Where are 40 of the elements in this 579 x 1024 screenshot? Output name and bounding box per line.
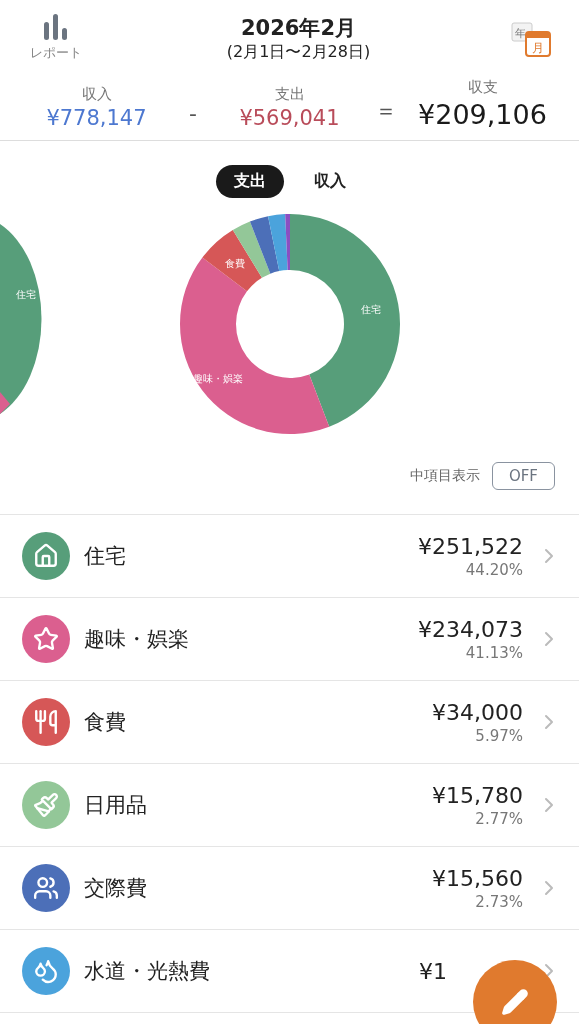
category-name: 交際費 [84,875,148,902]
category-name: 水道・光熱費 [84,958,211,985]
category-amount: ¥15,780 [432,782,523,808]
category-row[interactable]: 食費 ¥34,000 5.97% [0,681,579,764]
month-title: 2026年2月 [240,15,356,42]
category-amount: ¥34,000 [432,699,523,725]
category-row[interactable]: 交際費 ¥15,560 2.73% [0,847,579,930]
category-row[interactable]: 趣味・娯楽 ¥234,073 41.13% [0,598,579,681]
tab[interactable]: 支出 [215,165,284,198]
equals-sign: ＝ [374,97,398,125]
category-percent: 2.73% [475,892,523,911]
balance-label: 収支 [467,78,498,97]
slice-label: 住宅 [360,304,381,316]
category-percent: 2.77% [475,809,523,828]
subcategory-toggle[interactable]: OFF [491,462,555,490]
category-name: 食費 [84,709,127,736]
category-amount: ¥15,560 [432,865,523,891]
subcategory-label: 中項目表示 [409,467,480,485]
income-label: 収入 [81,85,112,104]
category-name: 趣味・娯楽 [84,626,190,653]
minus-sign: - [188,101,198,128]
category-percent: 5.97% [475,726,523,745]
balance-amount: ¥209,106 [418,99,547,130]
category-amount: ¥1 [419,958,447,984]
category-row[interactable]: 日用品 ¥15,780 2.77% [0,764,579,847]
category-percent: 41.13% [465,643,523,662]
expense-label: 支出 [274,85,305,104]
category-amount: ¥251,522 [418,533,523,559]
category-row[interactable]: 住宅 ¥251,522 44.20% [0,515,579,598]
expense-amount: ¥569,041 [239,106,340,130]
tab[interactable]: 収入 [295,165,364,198]
date-range: (2月1日〜2月28日) [226,42,371,63]
category-name: 住宅 [84,543,127,570]
slice-label: 食費 [225,258,246,270]
category-name: 日用品 [84,792,148,819]
category-amount: ¥234,073 [418,616,523,642]
income-amount: ¥778,147 [46,106,147,130]
donut-drawing: 住宅 [0,224,42,414]
category-percent: 44.20% [465,560,523,579]
report-label[interactable]: レポート [30,44,82,62]
